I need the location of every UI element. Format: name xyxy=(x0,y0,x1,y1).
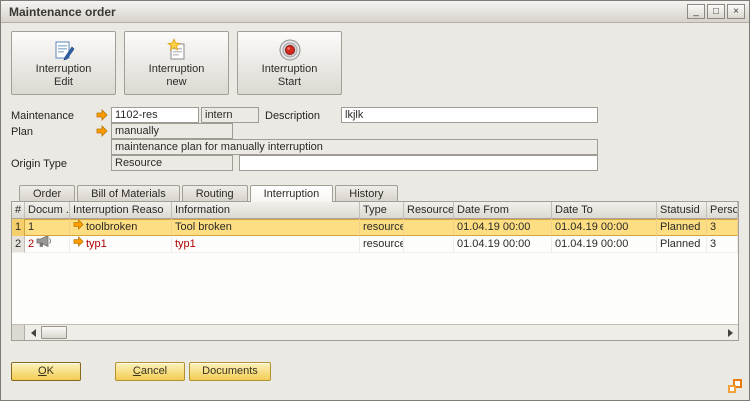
edit-document-icon xyxy=(52,37,76,63)
button-label-line1: Interruption xyxy=(149,63,205,76)
tab-routing[interactable]: Routing xyxy=(182,185,248,201)
column-header[interactable]: Statusid xyxy=(657,202,707,219)
interruption-start-button[interactable]: Interruption Start xyxy=(237,31,342,95)
minimize-button[interactable]: _ xyxy=(687,4,705,19)
link-arrow-icon[interactable] xyxy=(96,109,108,121)
table-row[interactable]: 2 2 typ1 typ1 xyxy=(12,236,738,253)
cancel-label-accelerator: C xyxy=(133,365,141,377)
table-row[interactable]: 1 1 toolbroken Tool broken resource 01.0… xyxy=(12,219,738,236)
titlebar: Maintenance order _ □ × xyxy=(1,1,749,23)
resource-cell[interactable] xyxy=(404,236,454,253)
status-cell[interactable]: Planned xyxy=(657,236,707,253)
resize-grip-icon[interactable] xyxy=(728,379,742,393)
link-arrow-icon[interactable] xyxy=(73,219,84,236)
close-icon: × xyxy=(733,7,739,17)
maintenance-label: Maintenance xyxy=(11,110,74,122)
column-header[interactable]: # xyxy=(12,202,25,219)
scroll-left-button[interactable] xyxy=(25,325,41,340)
interruption-reason-cell[interactable]: toolbroken xyxy=(70,219,172,236)
information-cell[interactable]: Tool broken xyxy=(172,219,360,236)
description-label: Description xyxy=(265,110,320,122)
interruption-new-button[interactable]: Interruption new xyxy=(124,31,229,95)
document-cell[interactable]: 1 xyxy=(25,219,70,236)
plan-label: Plan xyxy=(11,126,33,138)
toolbar: Interruption Edit Interruption new xyxy=(11,31,342,95)
origin-type-label: Origin Type xyxy=(11,158,67,170)
cancel-button[interactable]: Cancel xyxy=(115,362,185,381)
button-label-line2: Start xyxy=(278,76,301,89)
scrollbar-corner xyxy=(12,325,25,340)
reason-text: toolbroken xyxy=(86,219,137,236)
window-title: Maintenance order xyxy=(9,5,685,19)
reason-text: typ1 xyxy=(86,236,107,253)
maximize-icon: □ xyxy=(713,7,719,17)
document-number: 2 xyxy=(28,236,34,253)
date-to-cell[interactable]: 01.04.19 00:00 xyxy=(552,236,657,253)
tab-strip: Order Bill of Materials Routing Interrup… xyxy=(19,185,400,202)
interruption-reason-cell[interactable]: typ1 xyxy=(70,236,172,253)
documents-button[interactable]: Documents xyxy=(189,362,271,381)
tab-order[interactable]: Order xyxy=(19,185,75,201)
interruption-edit-button[interactable]: Interruption Edit xyxy=(11,31,116,95)
start-record-icon xyxy=(278,37,302,63)
type-cell[interactable]: resource xyxy=(360,236,404,253)
link-arrow-icon[interactable] xyxy=(96,125,108,137)
button-label-line2: Edit xyxy=(54,76,73,89)
button-label-line2: new xyxy=(166,76,186,89)
button-label-line1: Interruption xyxy=(262,63,318,76)
plan-field[interactable]: manually xyxy=(111,123,233,139)
ok-label-accelerator: O xyxy=(38,365,47,377)
maintenance-code-field[interactable]: 1102-res xyxy=(111,107,199,123)
column-header[interactable]: Type xyxy=(360,202,404,219)
origin-extra-field[interactable] xyxy=(239,155,598,171)
ok-label: K xyxy=(47,365,54,377)
column-header[interactable]: Date To xyxy=(552,202,657,219)
column-header[interactable]: Interruption Reaso xyxy=(70,202,172,219)
column-header[interactable]: Date From xyxy=(454,202,552,219)
row-number-cell[interactable]: 2 xyxy=(12,236,25,253)
column-header[interactable]: Docum ... xyxy=(25,202,70,219)
minimize-icon: _ xyxy=(693,7,699,17)
column-header[interactable]: Information xyxy=(172,202,360,219)
type-cell[interactable]: resource xyxy=(360,219,404,236)
origin-type-field[interactable]: Resource xyxy=(111,155,233,171)
plan-description-field[interactable]: maintenance plan for manually interrupti… xyxy=(111,139,598,155)
resource-cell[interactable] xyxy=(404,219,454,236)
date-to-cell[interactable]: 01.04.19 00:00 xyxy=(552,219,657,236)
maintenance-type-field[interactable]: intern xyxy=(201,107,259,123)
cancel-label: ancel xyxy=(141,365,167,377)
information-cell[interactable]: typ1 xyxy=(172,236,360,253)
close-button[interactable]: × xyxy=(727,4,745,19)
date-from-cell[interactable]: 01.04.19 00:00 xyxy=(454,236,552,253)
documents-label: Documents xyxy=(202,365,258,377)
tab-bill-of-materials[interactable]: Bill of Materials xyxy=(77,185,180,201)
column-header[interactable]: Personn xyxy=(707,202,738,219)
maximize-button[interactable]: □ xyxy=(707,4,725,19)
link-arrow-icon[interactable] xyxy=(73,236,84,253)
ok-button[interactable]: OK xyxy=(11,362,81,381)
scroll-right-icon xyxy=(728,329,733,337)
scrollbar-thumb[interactable] xyxy=(41,326,67,339)
date-from-cell[interactable]: 01.04.19 00:00 xyxy=(454,219,552,236)
new-document-icon xyxy=(165,37,189,63)
interruption-table: # Docum ... Interruption Reaso Informati… xyxy=(11,201,739,341)
tab-interruption[interactable]: Interruption xyxy=(250,185,334,202)
personnel-cell[interactable]: 3 xyxy=(707,219,738,236)
button-label-line1: Interruption xyxy=(36,63,92,76)
table-header-row: # Docum ... Interruption Reaso Informati… xyxy=(12,202,738,219)
scroll-right-button[interactable] xyxy=(722,325,738,340)
status-cell[interactable]: Planned xyxy=(657,219,707,236)
document-cell[interactable]: 2 xyxy=(25,236,70,253)
horizontal-scrollbar[interactable] xyxy=(12,324,738,340)
maintenance-order-dialog: Maintenance order _ □ × Interruption E xyxy=(0,0,750,401)
scroll-left-icon xyxy=(31,329,36,337)
megaphone-icon xyxy=(36,236,52,253)
row-number-cell[interactable]: 1 xyxy=(12,219,25,236)
column-header[interactable]: Resource xyxy=(404,202,454,219)
personnel-cell[interactable]: 3 xyxy=(707,236,738,253)
description-field[interactable]: lkjlk xyxy=(341,107,598,123)
tab-history[interactable]: History xyxy=(335,185,397,201)
